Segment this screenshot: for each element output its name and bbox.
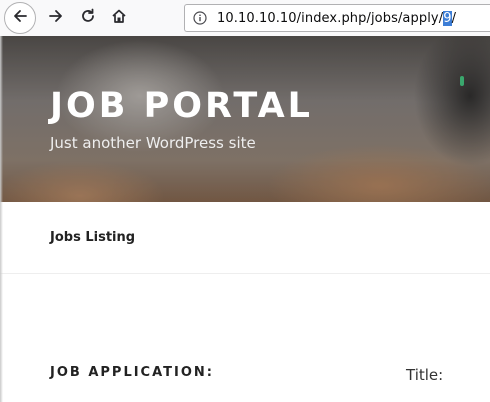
forward-button[interactable] (40, 2, 72, 34)
home-button[interactable] (103, 2, 135, 34)
reload-button[interactable] (72, 2, 104, 34)
info-icon[interactable] (193, 11, 207, 25)
site-title[interactable]: JOB PORTAL (50, 86, 313, 126)
nav-item-jobs-listing[interactable]: Jobs Listing (50, 230, 135, 245)
url-prefix: 10.10.10.10/index.php/jobs/apply/ (217, 10, 444, 26)
banner-accent (460, 76, 464, 86)
title-field-label: Title: (406, 366, 444, 384)
site-description: Just another WordPress site (50, 134, 256, 152)
page-edge-shadow (0, 36, 3, 402)
url-suffix: / (451, 10, 457, 26)
job-application-heading: JOB APPLICATION: (50, 365, 214, 380)
browser-toolbar: 10.10.10.10/index.php/jobs/apply/9/ (0, 0, 490, 36)
main-navigation: Jobs Listing (0, 202, 490, 274)
url-selection: 9 (443, 10, 452, 26)
home-icon (110, 7, 128, 29)
site-header-banner: JOB PORTAL Just another WordPress site (0, 36, 490, 202)
url-bar[interactable]: 10.10.10.10/index.php/jobs/apply/9/ (184, 4, 490, 32)
arrow-left-icon (11, 7, 29, 29)
url-text: 10.10.10.10/index.php/jobs/apply/9/ (217, 10, 457, 26)
main-content: JOB APPLICATION: Title: (0, 275, 490, 402)
web-page: JOB PORTAL Just another WordPress site J… (0, 36, 490, 402)
back-button[interactable] (4, 2, 36, 34)
arrow-right-icon (47, 7, 65, 29)
reload-icon (79, 7, 97, 29)
